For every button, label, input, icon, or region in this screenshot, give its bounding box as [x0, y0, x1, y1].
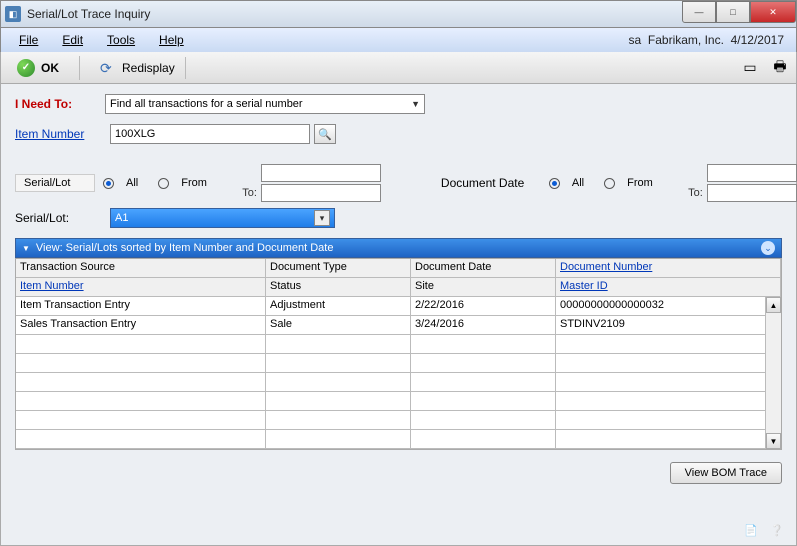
maximize-button[interactable]: □ — [716, 1, 750, 23]
app-icon: ◧ — [5, 6, 21, 22]
col-document-date[interactable]: Document Date — [411, 259, 556, 277]
cell: Item Transaction Entry — [16, 297, 266, 315]
table-row[interactable]: Sales Transaction Entry Sale 3/24/2016 S… — [16, 316, 781, 335]
chevron-down-icon: ▼ — [22, 244, 30, 253]
docdate-all-label: All — [572, 177, 584, 189]
col-document-number[interactable]: Document Number — [556, 259, 781, 277]
table-row — [16, 411, 781, 430]
docdate-to-input[interactable] — [707, 184, 797, 202]
cell: Sale — [266, 316, 411, 334]
col-item-number[interactable]: Item Number — [16, 278, 266, 296]
view-bom-trace-label: View BOM Trace — [685, 467, 767, 479]
context-info: sa Fabrikam, Inc. 4/12/2017 — [629, 33, 790, 47]
serial-lot-dropdown[interactable]: A1 ▾ — [110, 208, 335, 228]
grid-header-row-2: Item Number Status Site Master ID — [16, 278, 781, 297]
minimize-button[interactable]: — — [682, 1, 716, 23]
refresh-icon: ⟳ — [100, 60, 116, 76]
redisplay-label: Redisplay — [122, 61, 175, 75]
table-row[interactable]: Item Transaction Entry Adjustment 2/22/2… — [16, 297, 781, 316]
col-transaction-source[interactable]: Transaction Source — [16, 259, 266, 277]
docdate-from-radio[interactable] — [604, 178, 615, 189]
toolbar: ✓ OK ⟳ Redisplay ▭ 🖶 — [0, 52, 797, 84]
col-status[interactable]: Status — [266, 278, 411, 296]
check-icon: ✓ — [17, 59, 35, 77]
cell: 3/24/2016 — [411, 316, 556, 334]
ok-button[interactable]: ✓ OK — [7, 56, 69, 80]
menubar: File Edit Tools Help sa Fabrikam, Inc. 4… — [0, 28, 797, 52]
serial-from-radio[interactable] — [158, 178, 169, 189]
serial-lot-filter-label: Serial/Lot — [15, 174, 95, 192]
note-icon[interactable]: 📄 — [742, 521, 760, 539]
col-site[interactable]: Site — [411, 278, 556, 296]
table-row — [16, 373, 781, 392]
table-row — [16, 392, 781, 411]
i-need-to-label: I Need To: — [15, 97, 105, 111]
menu-file[interactable]: File — [7, 30, 50, 50]
menu-edit[interactable]: Edit — [50, 30, 95, 50]
scrollbar[interactable]: ▲ ▼ — [765, 297, 781, 449]
serial-all-label: All — [126, 177, 138, 189]
document-date-filter-label: Document Date — [441, 176, 541, 190]
cell: Adjustment — [266, 297, 411, 315]
i-need-to-value: Find all transactions for a serial numbe… — [110, 98, 303, 110]
redisplay-button[interactable]: ⟳ Redisplay — [90, 57, 186, 79]
document-date-filter: Document Date All From 📅 To:📅 — [441, 164, 797, 202]
serial-from-input[interactable] — [261, 164, 381, 182]
ok-label: OK — [41, 61, 59, 75]
menu-help[interactable]: Help — [147, 30, 196, 50]
chevron-down-icon: ▼ — [411, 99, 420, 109]
window-title: Serial/Lot Trace Inquiry — [27, 7, 150, 21]
docdate-from-label: From — [627, 177, 653, 189]
docdate-all-radio[interactable] — [549, 178, 560, 189]
item-number-label[interactable]: Item Number — [15, 127, 110, 141]
serial-all-radio[interactable] — [103, 178, 114, 189]
view-bar-text: View: Serial/Lots sorted by Item Number … — [36, 242, 334, 254]
context-date: 4/12/2017 — [731, 33, 784, 47]
item-number-lookup[interactable]: 🔍 — [314, 124, 336, 144]
scroll-up-icon[interactable]: ▲ — [766, 297, 781, 313]
col-document-type[interactable]: Document Type — [266, 259, 411, 277]
print-icon[interactable]: 🖶 — [770, 58, 790, 78]
menu-tools[interactable]: Tools — [95, 30, 147, 50]
titlebar: ◧ Serial/Lot Trace Inquiry — □ ✕ — [0, 0, 797, 28]
context-company: Fabrikam, Inc. — [648, 33, 724, 47]
search-icon: 🔍 — [318, 128, 332, 141]
cell: 00000000000000032 — [556, 297, 781, 315]
grid-body: Item Transaction Entry Adjustment 2/22/2… — [16, 297, 781, 449]
scroll-down-icon[interactable]: ▼ — [766, 433, 781, 449]
close-button[interactable]: ✕ — [750, 1, 796, 23]
serial-to-input[interactable] — [261, 184, 381, 202]
notes-icon[interactable]: ▭ — [740, 58, 760, 78]
serial-lot-filter: Serial/Lot All From To: — [15, 164, 381, 202]
serial-lot-select-label: Serial/Lot: — [15, 211, 110, 225]
table-row — [16, 335, 781, 354]
table-row — [16, 430, 781, 449]
context-user: sa — [629, 33, 642, 47]
window-controls: — □ ✕ — [682, 1, 796, 23]
i-need-to-dropdown[interactable]: Find all transactions for a serial numbe… — [105, 94, 425, 114]
view-bar[interactable]: ▼ View: Serial/Lots sorted by Item Numbe… — [15, 238, 782, 258]
view-bom-trace-button[interactable]: View BOM Trace — [670, 462, 782, 484]
expand-icon[interactable]: ⌄ — [761, 241, 775, 255]
grid-header-row-1: Transaction Source Document Type Documen… — [16, 259, 781, 278]
serial-to-label: To: — [227, 187, 257, 199]
serial-lot-value: A1 — [115, 212, 128, 224]
item-number-input[interactable] — [110, 124, 310, 144]
cell: Sales Transaction Entry — [16, 316, 266, 334]
table-row — [16, 354, 781, 373]
cell: STDINV2109 — [556, 316, 781, 334]
chevron-down-icon: ▾ — [314, 210, 330, 226]
docdate-from-input[interactable] — [707, 164, 797, 182]
results-grid: Transaction Source Document Type Documen… — [15, 258, 782, 450]
serial-from-label: From — [181, 177, 207, 189]
docdate-to-label: To: — [673, 187, 703, 199]
cell: 2/22/2016 — [411, 297, 556, 315]
help-icon[interactable]: ❔ — [768, 521, 786, 539]
col-master-id[interactable]: Master ID — [556, 278, 781, 296]
content-area: I Need To: Find all transactions for a s… — [0, 84, 797, 546]
